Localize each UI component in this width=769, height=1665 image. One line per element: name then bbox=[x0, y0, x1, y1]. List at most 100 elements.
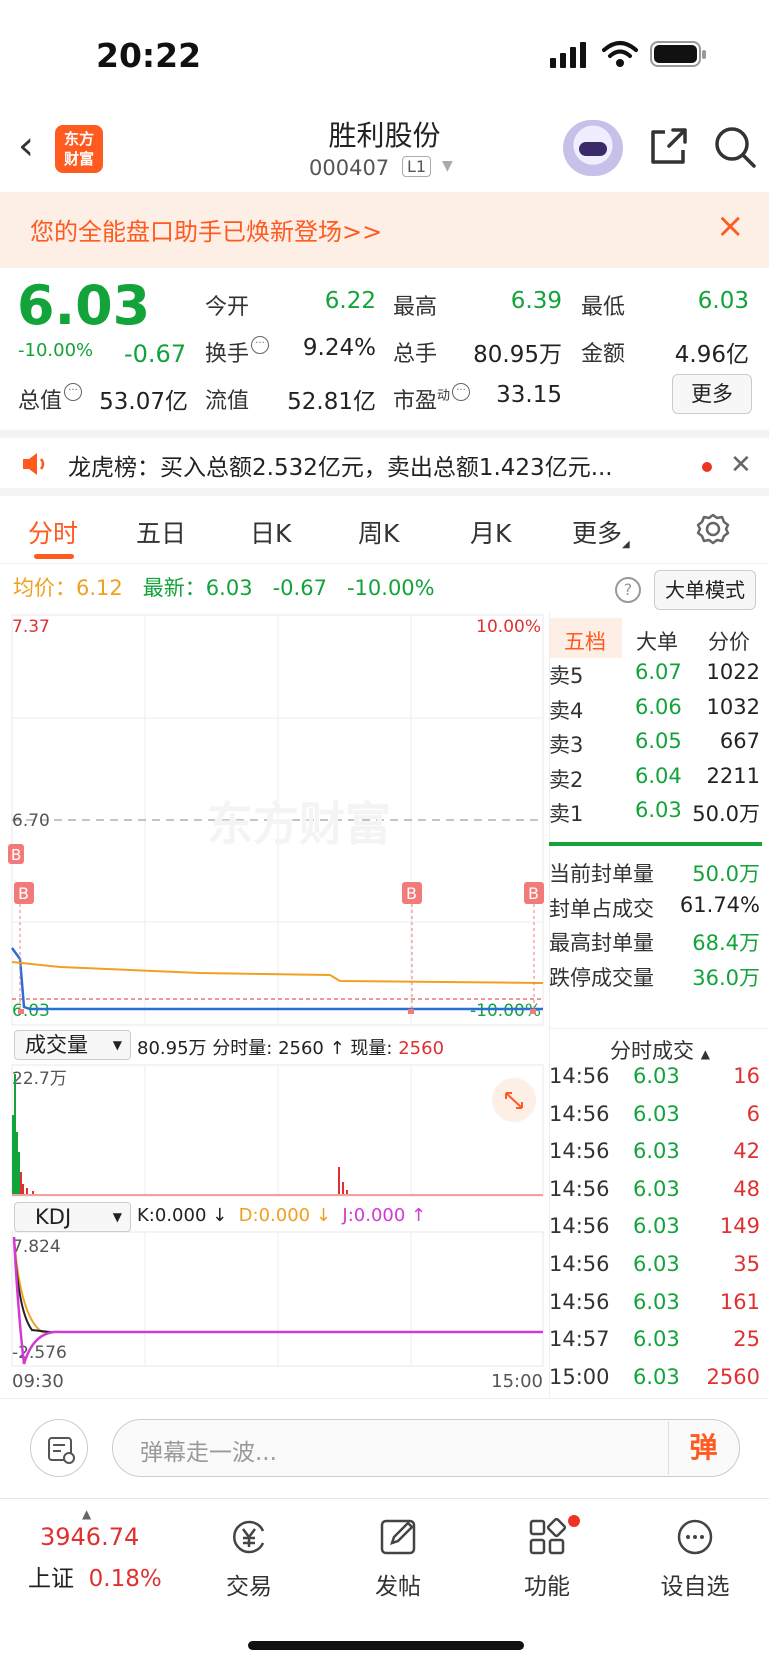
close-icon[interactable]: × bbox=[716, 206, 745, 246]
ask-volume: 2211 bbox=[706, 763, 760, 788]
buy-marker-label: B bbox=[11, 846, 21, 864]
comment-list-icon[interactable] bbox=[30, 1419, 88, 1477]
float-value: 52.81亿 bbox=[287, 389, 376, 415]
ask-price: 6.06 bbox=[635, 694, 682, 719]
buy-marker[interactable]: B bbox=[8, 844, 24, 864]
kdj-info: K:0.000 ↓ D:0.000 ↓ J:0.000 ↑ bbox=[137, 1205, 427, 1226]
ask-row: 卖4 6.06 1032 bbox=[549, 695, 769, 727]
volume-total: 80.95万 bbox=[137, 1038, 207, 1059]
tick-time: 14:56 bbox=[549, 1139, 610, 1164]
nav-add-watchlist-label: 设自选 bbox=[660, 1574, 730, 1600]
ask-volume: 1032 bbox=[706, 694, 760, 719]
index-quote[interactable]: 上证 0.18% bbox=[28, 1559, 162, 1593]
danmu-toggle-button[interactable]: 弹 bbox=[668, 1421, 738, 1475]
amount-label: 金额 bbox=[581, 342, 626, 367]
share-icon[interactable] bbox=[647, 126, 689, 168]
now-volume-label: 现量: bbox=[350, 1038, 393, 1059]
level-tag[interactable]: L1 bbox=[402, 156, 432, 177]
caret-up-icon: ▲ bbox=[82, 1507, 92, 1521]
info-icon[interactable]: ··· bbox=[64, 383, 83, 401]
nav-post-label: 发帖 bbox=[375, 1574, 421, 1600]
turnover-label: 换手 ··· bbox=[205, 336, 270, 368]
danmu-placeholder[interactable]: 弹幕走一波... bbox=[140, 1433, 277, 1467]
settings-gear-icon[interactable] bbox=[696, 512, 730, 546]
speaker-icon bbox=[23, 453, 45, 475]
stock-code[interactable]: 000407 bbox=[309, 156, 389, 180]
info-icon[interactable]: ··· bbox=[452, 383, 471, 401]
close-icon[interactable]: ✕ bbox=[730, 450, 752, 480]
ask-label: 卖5 bbox=[549, 664, 584, 688]
tab-intraday[interactable]: 分时 bbox=[28, 514, 78, 550]
tick-time: 14:56 bbox=[549, 1176, 610, 1201]
tick-time: 14:57 bbox=[549, 1327, 610, 1352]
tick-time: 14:56 bbox=[549, 1214, 610, 1239]
indicator-select-volume[interactable]: 成交量 ▼ bbox=[14, 1030, 131, 1060]
buy-marker[interactable]: B bbox=[524, 882, 544, 1012]
tab-five-level[interactable]: 五档 bbox=[564, 626, 606, 656]
seal-row: 最高封单量 68.4万 bbox=[549, 927, 769, 959]
period-volume: 2560 bbox=[278, 1038, 324, 1059]
nav-functions[interactable]: 功能 bbox=[492, 1515, 602, 1601]
tab-five-day[interactable]: 五日 bbox=[136, 514, 186, 550]
nav-post[interactable]: 发帖 bbox=[343, 1517, 453, 1601]
tick-time: 14:56 bbox=[549, 1101, 610, 1126]
index-value[interactable]: 3946.74 bbox=[40, 1523, 139, 1551]
ask-label: 卖3 bbox=[549, 733, 584, 757]
float-label: 流值 bbox=[205, 389, 250, 414]
tick-price: 6.03 bbox=[633, 1101, 680, 1126]
status-time: 20:22 bbox=[96, 36, 202, 75]
banner-text[interactable]: 您的全能盘口助手已焕新登场>> bbox=[30, 212, 382, 247]
latest-change-pct: -10.00% bbox=[346, 576, 435, 600]
nav-add-watchlist[interactable]: 设自选 bbox=[640, 1517, 750, 1601]
dragon-tiger-text[interactable]: 龙虎榜：买入总额2.532亿元，卖出总额1.423亿元... bbox=[68, 448, 613, 482]
pe-label: 市盈动 ··· bbox=[393, 383, 471, 415]
x-axis-end: 15:00 bbox=[491, 1371, 543, 1392]
tab-weekly-k[interactable]: 周K bbox=[358, 514, 399, 550]
watermark: 东方财富 bbox=[207, 797, 391, 851]
index-pct: 0.18% bbox=[88, 1566, 162, 1592]
caret-icon: ◢ bbox=[622, 539, 630, 550]
promo-banner[interactable]: 您的全能盘口助手已焕新登场>> × bbox=[0, 192, 769, 268]
seal-row: 跌停成交量 36.0万 bbox=[549, 962, 769, 994]
ask-volume: 50.0万 bbox=[692, 802, 760, 826]
nav-trade[interactable]: 交易 bbox=[194, 1517, 304, 1601]
tab-big-order[interactable]: 大单 bbox=[636, 626, 678, 656]
assistant-robot-icon[interactable] bbox=[563, 120, 623, 176]
ask-row: 卖2 6.04 2211 bbox=[549, 764, 769, 796]
tick-volume: 2560 bbox=[706, 1364, 760, 1389]
tab-price-dist[interactable]: 分价 bbox=[708, 626, 750, 656]
change-pct: -10.00% bbox=[18, 340, 94, 361]
ask-volume: 1022 bbox=[706, 660, 760, 684]
tick-row: 14:56 6.03 6 bbox=[549, 1102, 769, 1134]
sort-up-icon: ▲ bbox=[700, 1047, 710, 1061]
tab-monthly-k[interactable]: 月K bbox=[470, 514, 511, 550]
tick-price: 6.03 bbox=[633, 1139, 680, 1164]
ask-row: 卖5 6.07 1022 bbox=[549, 660, 769, 692]
latest-value: 6.03 bbox=[205, 576, 253, 600]
edit-icon bbox=[380, 1519, 416, 1555]
buy-marker[interactable]: B bbox=[402, 882, 422, 1012]
intraday-chart[interactable]: 东方财富 7.37 6.70 6.03 10.00% -10.00% B B B… bbox=[0, 612, 545, 1392]
info-icon[interactable]: ··· bbox=[251, 336, 270, 354]
chevron-down-icon[interactable]: ▼ bbox=[442, 158, 453, 174]
big-order-mode-button[interactable]: 大单模式 bbox=[654, 570, 756, 610]
tick-header[interactable]: 分时成交 ▲ bbox=[610, 1035, 710, 1065]
dragon-tiger-bar[interactable]: 龙虎榜：买入总额2.532亿元，卖出总额1.423亿元... ✕ bbox=[0, 430, 769, 496]
tick-time: 14:56 bbox=[549, 1064, 610, 1088]
tick-time: 14:56 bbox=[549, 1289, 610, 1314]
more-quote-button[interactable]: 更多 bbox=[672, 374, 752, 414]
kdj-d-value: D:0.000 bbox=[238, 1205, 311, 1226]
tab-more[interactable]: 更多◢ bbox=[572, 514, 630, 550]
high-value: 6.39 bbox=[510, 288, 562, 314]
mktcap-label-text: 总值 bbox=[18, 389, 63, 414]
now-volume: 2560 bbox=[398, 1038, 445, 1059]
comment-bar: 弹幕走一波... 弹 bbox=[0, 1398, 769, 1498]
help-icon[interactable]: ? bbox=[615, 577, 641, 603]
seal-value: 61.74% bbox=[679, 892, 760, 917]
home-indicator bbox=[248, 1641, 524, 1650]
search-icon[interactable] bbox=[712, 124, 758, 170]
tab-daily-k[interactable]: 日K bbox=[250, 514, 291, 550]
indicator-select-kdj[interactable]: KDJ ▼ bbox=[14, 1202, 131, 1232]
x-axis-start: 09:30 bbox=[12, 1371, 64, 1392]
seal-value: 68.4万 bbox=[692, 931, 760, 955]
